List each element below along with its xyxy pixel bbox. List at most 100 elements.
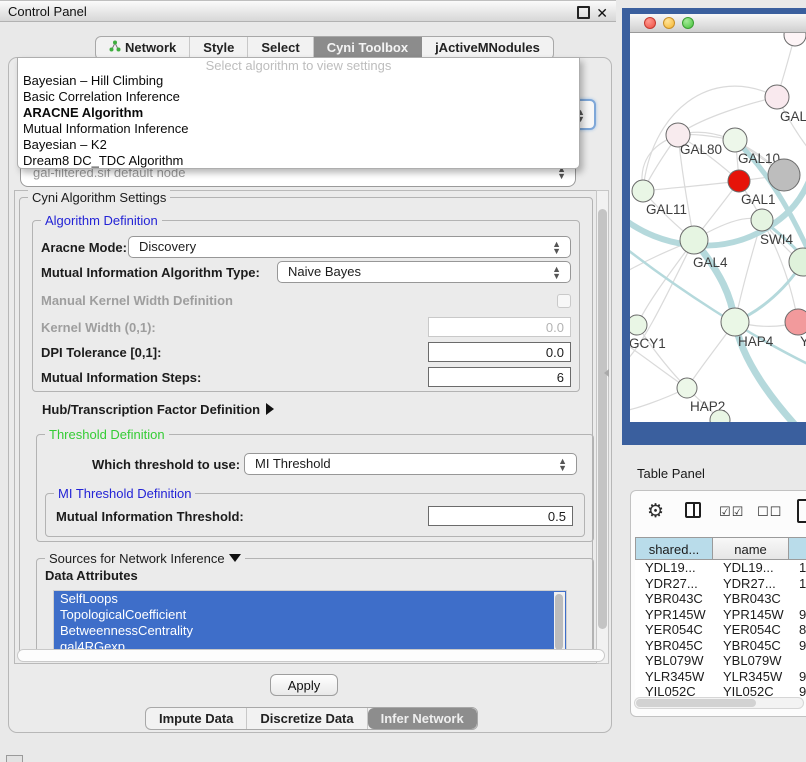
table-cell: 9. [789, 669, 806, 685]
tab-style[interactable]: Style [190, 37, 248, 59]
network-node-gal11[interactable] [632, 180, 654, 202]
table-row[interactable]: YBR045CYBR045C9. [635, 638, 806, 654]
network-node[interactable] [784, 33, 806, 46]
tab-cyni-toolbox[interactable]: Cyni Toolbox [314, 37, 422, 59]
dropdown-list: Bayesian – Hill ClimbingBasic Correlatio… [18, 73, 579, 169]
algorithm-option-aracne-algorithm[interactable]: ARACNE Algorithm [18, 105, 579, 121]
settings-hscrollbar[interactable] [17, 649, 605, 662]
network-view-window: GALGAL80GAL10GAL1GAL11SWI4GAL4GCY1HAP4YH… [622, 8, 806, 445]
column-header-shared-[interactable]: shared... [635, 537, 713, 560]
table-cell: 8. [789, 622, 806, 638]
network-node[interactable] [768, 159, 800, 191]
dpi-tolerance-label: DPI Tolerance [0,1]: [41, 345, 161, 360]
node-label: GAL4 [693, 255, 728, 270]
sources-group: Sources for Network Inference Data Attri… [36, 558, 594, 654]
table-hscrollbar[interactable] [634, 697, 804, 709]
which-threshold-value: MI Threshold [255, 456, 331, 471]
table-row[interactable]: YER054CYER054C8. [635, 622, 806, 638]
control-panel-titlebar: Control Panel ✕ [0, 0, 616, 22]
table-row[interactable]: YBR043CYBR043C [635, 591, 806, 607]
network-window-titlebar[interactable] [630, 14, 806, 33]
aracne-mode-combobox[interactable]: Discovery ▲▼ [128, 236, 571, 258]
desktop-icon[interactable] [6, 755, 23, 762]
settings-vscrollbar[interactable] [596, 190, 609, 664]
attributes-scrollbar[interactable] [554, 592, 565, 656]
mi-steps-field[interactable]: 6 [428, 367, 571, 387]
bottom-tab-discretize-data[interactable]: Discretize Data [247, 708, 367, 729]
tab-select[interactable]: Select [248, 37, 313, 59]
mi-type-combobox[interactable]: Naive Bayes ▲▼ [277, 261, 571, 283]
table-cell: YBR045C [713, 638, 789, 654]
bottom-tabs: Impute DataDiscretize DataInfer Network [145, 707, 478, 730]
table-row[interactable]: YBL079WYBL079W [635, 653, 806, 669]
attribute-item-topologicalcoefficient[interactable]: TopologicalCoefficient [54, 607, 566, 623]
node-label: SWI4 [760, 232, 793, 247]
attribute-item-selfloops[interactable]: SelfLoops [54, 591, 566, 607]
mi-type-label: Mutual Information Algorithm Type: [41, 265, 260, 280]
network-edge[interactable] [643, 181, 739, 191]
mi-threshold-label: Mutual Information Threshold: [56, 509, 244, 524]
algorithm-option-mutual-information-inference[interactable]: Mutual Information Inference [18, 121, 579, 137]
export-table-icon[interactable] [797, 499, 806, 523]
kernel-width-field[interactable]: 0.0 [428, 317, 571, 337]
dpi-tolerance-field[interactable]: 0.0 [428, 342, 571, 362]
manual-kernel-checkbox[interactable] [557, 294, 571, 308]
close-traffic-light-icon[interactable] [644, 17, 656, 29]
network-node-gal[interactable] [765, 85, 789, 109]
node-label: Y [800, 334, 806, 349]
apply-button[interactable]: Apply [270, 674, 338, 696]
network-node-hap4[interactable] [721, 308, 749, 336]
network-edge[interactable] [678, 97, 777, 135]
column-header-name[interactable]: name [713, 537, 789, 560]
table-row[interactable]: YPR145WYPR145W9. [635, 607, 806, 623]
network-node[interactable] [789, 248, 806, 276]
spinner-arrows-icon: ▲▼ [552, 265, 561, 279]
select-all-checkboxes-icon[interactable]: ☑☑ [719, 504, 744, 520]
kernel-width-label: Kernel Width (0,1): [41, 320, 156, 335]
maximize-icon[interactable] [577, 6, 590, 19]
cyni-settings-group-title: Cyni Algorithm Settings [28, 190, 170, 205]
tab-network[interactable]: Network [96, 37, 190, 59]
sources-group-title[interactable]: Sources for Network Inference [45, 551, 245, 566]
minimize-traffic-light-icon[interactable] [663, 17, 675, 29]
algorithm-option-basic-correlation-inference[interactable]: Basic Correlation Inference [18, 89, 579, 105]
attribute-item-betweennesscentrality[interactable]: BetweennessCentrality [54, 623, 566, 639]
gear-icon[interactable]: ⚙ [647, 500, 664, 523]
network-node-y[interactable] [785, 309, 806, 335]
tab-jactivemnodules[interactable]: jActiveMNodules [422, 37, 553, 59]
aracne-mode-value: Discovery [139, 239, 196, 254]
mi-threshold-field[interactable]: 0.5 [428, 506, 573, 526]
network-node-swi4[interactable] [751, 209, 773, 231]
network-node-gal4[interactable] [680, 226, 708, 254]
hub-definition-toggle[interactable]: Hub/Transcription Factor Definition [42, 402, 274, 417]
table-row[interactable]: YDL19...YDL19...13 [635, 560, 806, 576]
sources-title-text: Sources for Network Inference [49, 551, 225, 566]
algorithm-definition-title: Algorithm Definition [41, 213, 162, 228]
column-header-a[interactable]: A [789, 537, 806, 560]
table-cell: YIL052C [713, 684, 789, 697]
table-row[interactable]: YDR27...YDR27...12 [635, 576, 806, 592]
node-label: HAP4 [738, 334, 774, 349]
table-row[interactable]: YLR345WYLR345W9. [635, 669, 806, 685]
network-node-hap2[interactable] [677, 378, 697, 398]
network-node-gcy1[interactable] [630, 315, 647, 335]
deselect-all-checkboxes-icon[interactable]: ☐☐ [757, 504, 782, 520]
algorithm-option-bayesian-k2[interactable]: Bayesian – K2 [18, 137, 579, 153]
columns-icon[interactable] [685, 502, 701, 518]
network-node-gal1[interactable] [728, 170, 750, 192]
which-threshold-combobox[interactable]: MI Threshold ▲▼ [244, 453, 577, 475]
zoom-traffic-light-icon[interactable] [682, 17, 694, 29]
close-icon[interactable]: ✕ [596, 2, 608, 24]
collapse-arrow-icon [229, 554, 241, 562]
bottom-tab-infer-network[interactable]: Infer Network [368, 708, 477, 729]
network-canvas[interactable]: GALGAL80GAL10GAL1GAL11SWI4GAL4GCY1HAP4YH… [630, 33, 806, 422]
algorithm-option-dream8-dc-tdc-algorithm[interactable]: Dream8 DC_TDC Algorithm [18, 153, 579, 169]
mi-type-value: Naive Bayes [288, 264, 361, 279]
table-cell: YER054C [713, 622, 789, 638]
algorithm-option-bayesian-hill-climbing[interactable]: Bayesian – Hill Climbing [18, 73, 579, 89]
bottom-tab-impute-data[interactable]: Impute Data [146, 708, 247, 729]
network-node-gal10[interactable] [723, 128, 747, 152]
table-row[interactable]: YIL052CYIL052C9. [635, 684, 806, 697]
splitpane-handle-icon[interactable] [604, 369, 609, 377]
threshold-definition-title: Threshold Definition [45, 427, 169, 442]
